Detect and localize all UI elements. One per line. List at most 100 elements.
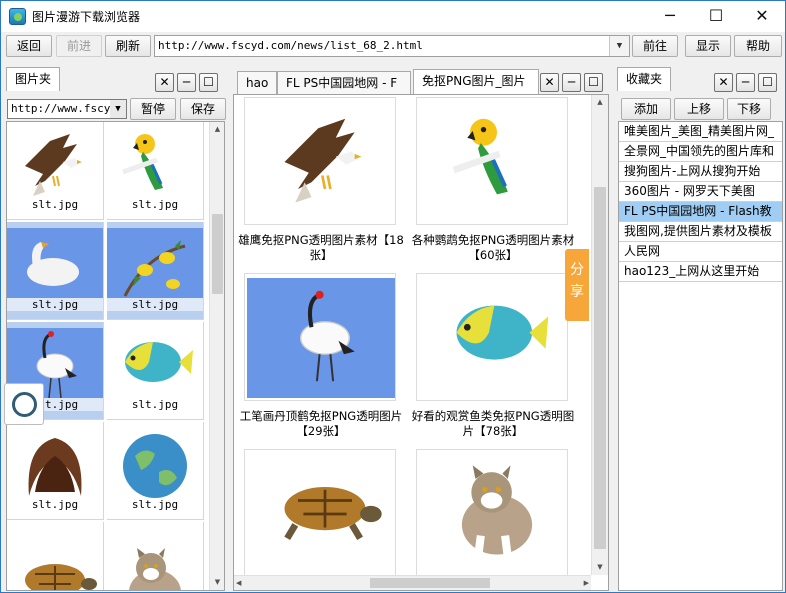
content-vscroll[interactable]: ▲ ▼ [591, 95, 608, 575]
gallery-thumbnail[interactable] [416, 449, 568, 577]
gallery-thumbnail[interactable] [244, 97, 396, 225]
refresh-button[interactable]: 刷新 [105, 35, 151, 57]
gallery-caption-link[interactable]: 雄鹰免抠PNG透明图片素材【18张】 [236, 233, 406, 263]
floating-circle-button[interactable] [4, 383, 44, 425]
fish-image [456, 305, 549, 360]
gallery-thumbnail[interactable] [416, 97, 568, 225]
back-button[interactable]: 返回 [6, 35, 52, 57]
share-tab[interactable]: 分享 [565, 249, 589, 321]
favorite-item[interactable]: 人民网 [619, 242, 782, 262]
web-content: 雄鹰免抠PNG透明图片素材【18张】 各种鹦鹉免抠PNG透明图片素材【60张】工笔… [233, 94, 609, 591]
favorite-item[interactable]: 我图网,提供图片素材及模板 [619, 222, 782, 242]
panel-maximize-icon[interactable]: ☐ [199, 73, 218, 92]
move-up-button[interactable]: 上移 [674, 98, 724, 120]
folder-url-select[interactable]: http://www.fscy ▼ [7, 99, 127, 119]
tab-maximize-icon[interactable]: ☐ [584, 73, 603, 92]
hscroll-thumb[interactable] [370, 578, 490, 588]
parrot-image [417, 98, 568, 225]
eagle-image [283, 117, 363, 204]
cat-image [417, 450, 568, 577]
tab-minimize-icon[interactable]: ─ [562, 73, 581, 92]
scroll-thumb[interactable] [212, 214, 223, 294]
scroll-left-icon[interactable]: ◀ [236, 576, 241, 590]
scroll-down-icon[interactable]: ▼ [210, 575, 224, 590]
tab-close-icon[interactable]: ✕ [540, 73, 559, 92]
gallery-caption-link[interactable]: 各种鹦鹉免抠PNG透明图片素材【60张】 [408, 233, 578, 263]
app-icon [9, 8, 26, 25]
chevron-down-icon[interactable]: ▼ [110, 100, 126, 118]
content-scroll-thumb[interactable] [594, 187, 606, 549]
favorite-item[interactable]: hao123_上网从这里开始 [619, 262, 782, 282]
favorites-panel: 收藏夹 ✕ ─ ☐ 添加 上移 下移 唯美图片_美图_精美图片网_ 全景网_中国领… [615, 65, 785, 592]
thumbnail-filename: slt.jpg [7, 298, 103, 311]
tab-image-folder[interactable]: 图片夹 [6, 67, 61, 91]
gallery-caption-link[interactable]: 好看的观赏鱼类免抠PNG透明图片【78张】 [408, 409, 578, 439]
thumbnail-item[interactable] [7, 522, 104, 591]
go-button[interactable]: 前往 [632, 35, 678, 57]
minimize-button[interactable]: ─ [647, 1, 693, 32]
content-scroll-down-icon[interactable]: ▼ [592, 560, 608, 575]
browser-window: 图片漫游下载浏览器 ─ ☐ ✕ 返回 前进 刷新 http://www.fscy… [0, 0, 786, 593]
address-text: http://www.fscyd.com/news/list_68_2.html [158, 39, 423, 52]
scroll-up-icon[interactable]: ▲ [210, 122, 224, 137]
fav-minimize-icon[interactable]: ─ [736, 73, 755, 92]
thumbnail-filename: slt.jpg [107, 298, 203, 311]
favorite-item[interactable]: 全景网_中国领先的图片库和 [619, 142, 782, 162]
close-button[interactable]: ✕ [739, 1, 785, 32]
web-tabs: hao FL PS中国园地网 - F 免抠PNG图片_图片 [237, 69, 539, 95]
circle-icon [12, 392, 37, 417]
thumbnail-filename: slt.jpg [107, 398, 203, 411]
save-button[interactable]: 保存 [180, 98, 226, 120]
address-bar[interactable]: http://www.fscyd.com/news/list_68_2.html… [154, 35, 630, 57]
fav-maximize-icon[interactable]: ☐ [758, 73, 777, 92]
panel-close-icon[interactable]: ✕ [155, 73, 174, 92]
turtle-image [7, 522, 104, 591]
gallery-caption-link[interactable]: 工笔画丹顶鹤免抠PNG透明图片【29张】 [236, 409, 406, 439]
window-title: 图片漫游下载浏览器 [32, 10, 141, 24]
favorites-list: 唯美图片_美图_精美图片网_ 全景网_中国领先的图片库和 搜狗图片-上网从搜狗开始 3… [618, 121, 783, 591]
thumbnail-grid: slt.jpg slt.jpg slt.jpg slt.jpg slt.jpg slt.j… [6, 121, 225, 591]
favorite-item[interactable]: 唯美图片_美图_精美图片网_ [619, 122, 782, 142]
cat-image [107, 522, 204, 591]
gallery-thumbnail[interactable] [244, 273, 396, 401]
favorite-item[interactable]: 360图片 - 网罗天下美图 [619, 182, 782, 202]
fav-close-icon[interactable]: ✕ [714, 73, 733, 92]
panel-minimize-icon[interactable]: ─ [177, 73, 196, 92]
thumbnail-item[interactable] [107, 522, 204, 591]
scroll-right-icon[interactable]: ▶ [584, 576, 589, 590]
thumbnail-scrollbar[interactable]: ▲ ▼ [209, 122, 224, 590]
tab-hao[interactable]: hao [237, 71, 278, 94]
tab-fl-ps[interactable]: FL PS中国园地网 - F [277, 71, 411, 94]
image-folder-panel: 图片夹 ✕ ─ ☐ http://www.fscy ▼ 暂停 保存 slt.jp… [4, 65, 226, 592]
gallery-thumbnail[interactable] [244, 449, 396, 577]
forward-button[interactable]: 前进 [56, 35, 102, 57]
thumbnail-filename: slt.jpg [7, 198, 103, 211]
content-scroll-up-icon[interactable]: ▲ [592, 95, 608, 110]
thumbnail-item[interactable]: slt.jpg [7, 422, 104, 520]
thumbnail-item[interactable]: slt.jpg [107, 322, 204, 420]
move-down-button[interactable]: 下移 [727, 98, 771, 120]
address-dropdown-icon[interactable]: ▼ [609, 36, 629, 56]
thumbnail-item[interactable]: slt.jpg [7, 122, 104, 220]
favorite-item[interactable]: 搜狗图片-上网从搜狗开始 [619, 162, 782, 182]
favorite-item[interactable]: FL PS中国园地网 - Flash教 [619, 202, 782, 222]
content-hscroll[interactable]: ◀ ▶ [234, 575, 591, 590]
thumbnail-item[interactable]: slt.jpg [7, 222, 104, 320]
add-favorite-button[interactable]: 添加 [621, 98, 671, 120]
thumbnail-filename: slt.jpg [7, 498, 103, 511]
help-button[interactable]: 帮助 [734, 35, 782, 57]
thumbnail-filename: slt.jpg [107, 498, 203, 511]
tab-png-images[interactable]: 免抠PNG图片_图片 [413, 69, 539, 95]
gallery-thumbnail[interactable] [416, 273, 568, 401]
pause-button[interactable]: 暂停 [130, 98, 176, 120]
maximize-button[interactable]: ☐ [693, 1, 739, 32]
thumbnail-item[interactable]: slt.jpg [107, 422, 204, 520]
crane-image [247, 278, 395, 398]
thumbnail-item[interactable]: slt.jpg [107, 122, 204, 220]
thumbnail-filename: slt.jpg [107, 198, 203, 211]
tab-favorites[interactable]: 收藏夹 [617, 67, 672, 91]
thumbnail-item[interactable]: slt.jpg [107, 222, 204, 320]
show-button[interactable]: 显示 [685, 35, 731, 57]
web-view-panel: hao FL PS中国园地网 - F 免抠PNG图片_图片 ✕ ─ ☐ 雄鹰免抠… [231, 65, 611, 592]
title-bar: 图片漫游下载浏览器 ─ ☐ ✕ [1, 1, 785, 32]
